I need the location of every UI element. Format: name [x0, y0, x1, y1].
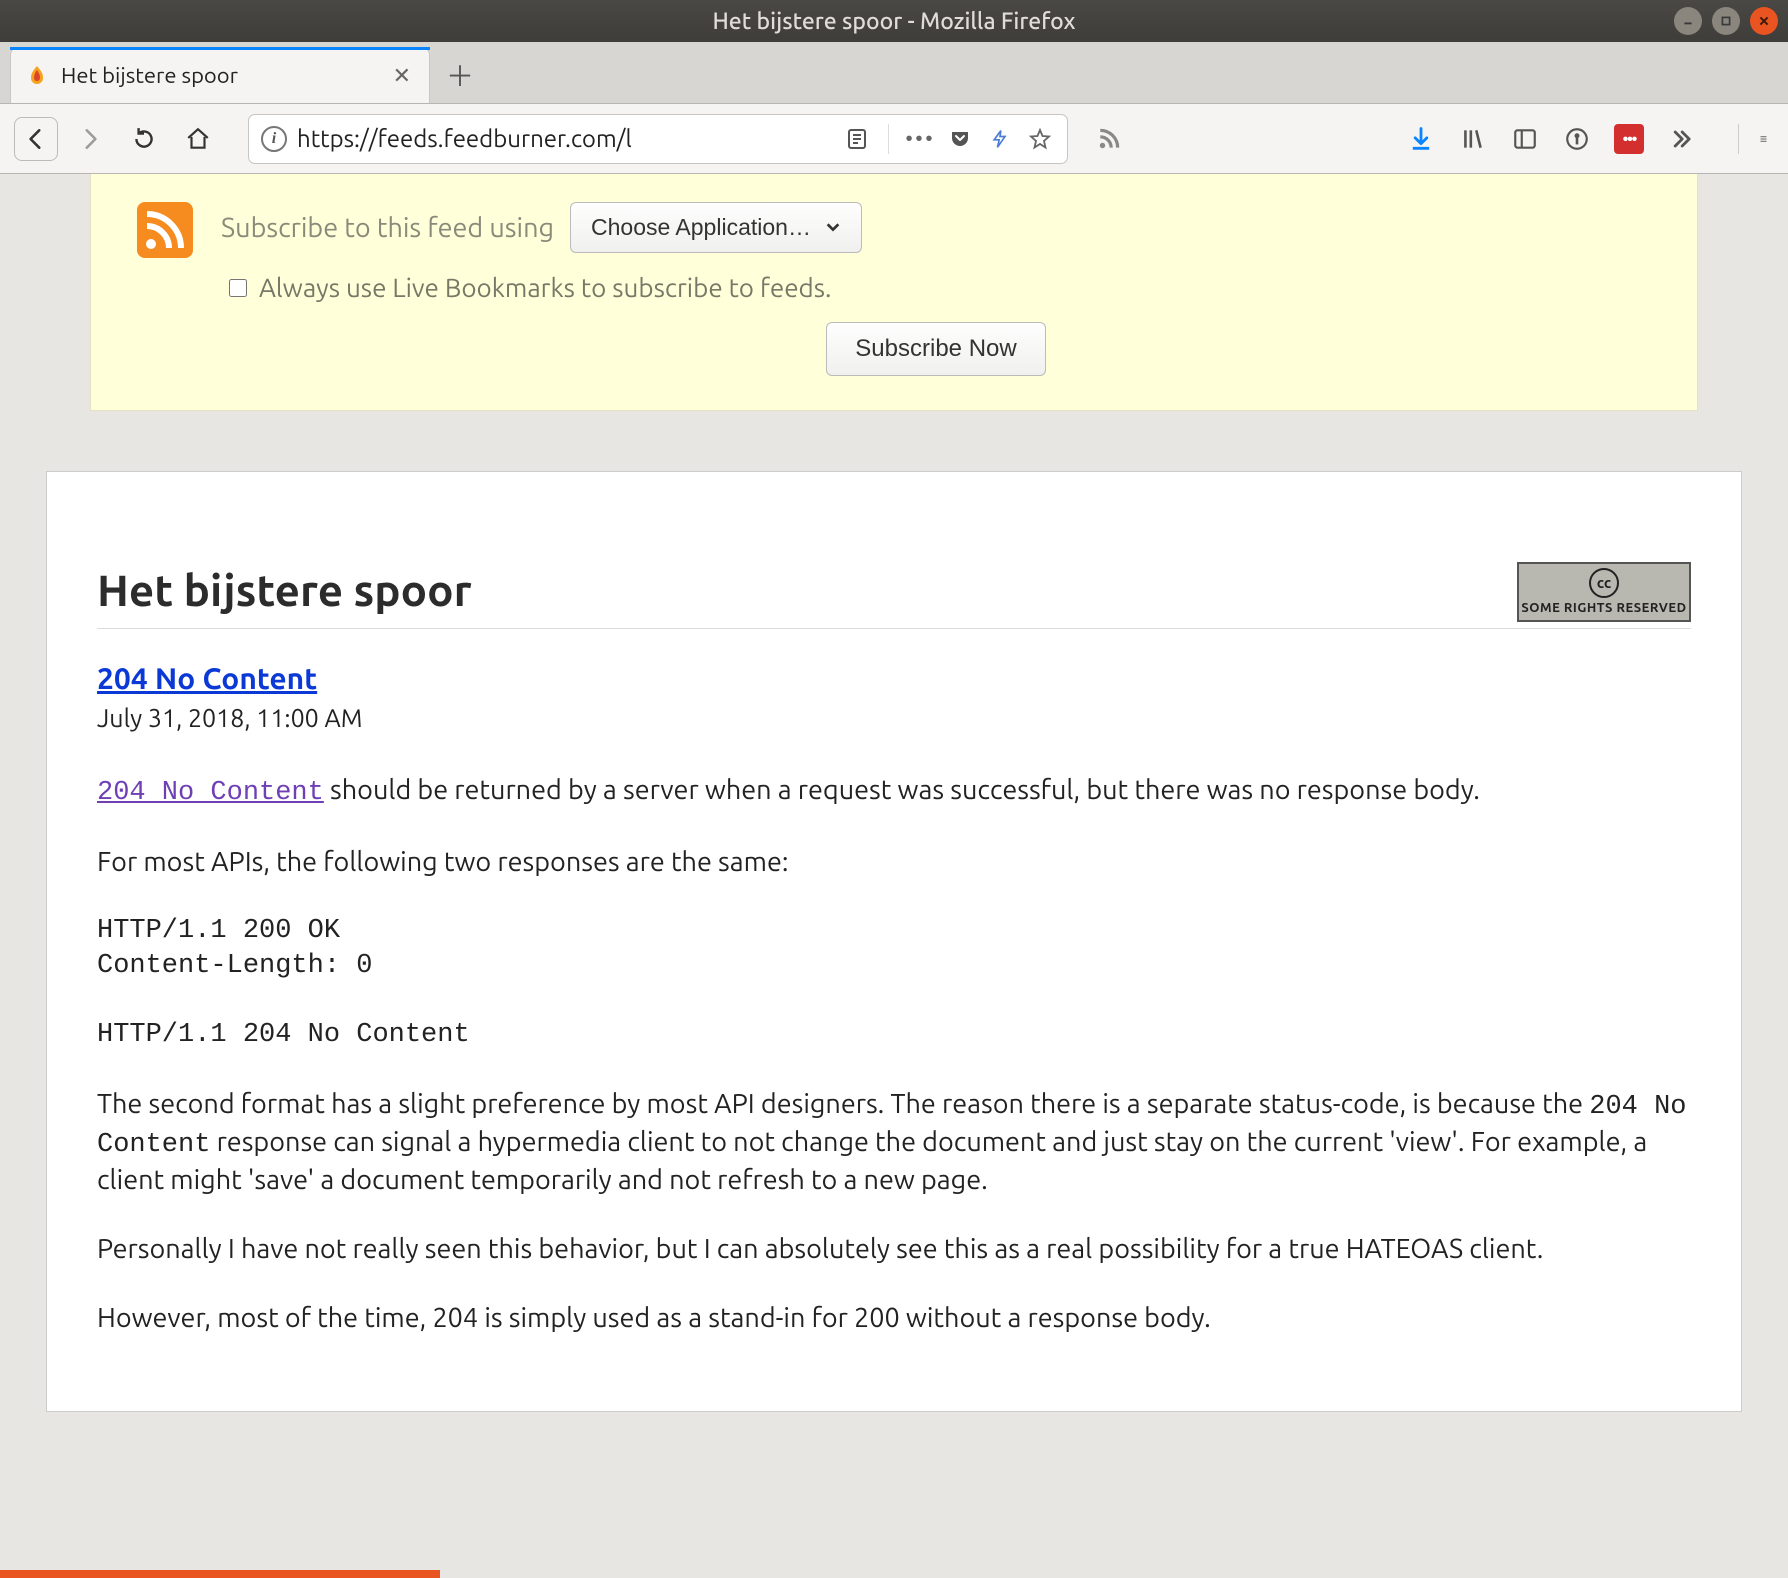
library-icon[interactable] — [1458, 124, 1488, 154]
subscribe-banner: Subscribe to this feed using Choose Appl… — [90, 174, 1698, 411]
downloads-icon[interactable] — [1406, 124, 1436, 154]
cc-icon: cc — [1589, 568, 1619, 598]
status-code-link[interactable]: 204 No Content — [97, 778, 324, 808]
page-content: Subscribe to this feed using Choose Appl… — [0, 174, 1788, 1578]
url-text: https://feeds.feedburner.com/l — [297, 125, 832, 152]
body-text: However, most of the time, 204 is simply… — [97, 1301, 1691, 1336]
urlbar-separator — [888, 124, 889, 154]
always-use-checkbox[interactable] — [229, 279, 247, 297]
feed-article: Het bijstere spoor cc SOME RIGHTS RESERV… — [46, 471, 1742, 1412]
code-line: HTTP/1.1 204 No Content — [97, 1018, 1691, 1053]
lightning-icon[interactable] — [985, 124, 1015, 154]
tab-strip: Het bijstere spoor ✕ ＋ — [0, 42, 1788, 104]
code-line: HTTP/1.1 200 OK — [97, 914, 1691, 949]
security-shield-icon[interactable] — [1562, 124, 1592, 154]
window-close-button[interactable] — [1750, 7, 1778, 35]
cc-license-badge[interactable]: cc SOME RIGHTS RESERVED — [1517, 562, 1691, 622]
window-minimize-button[interactable] — [1674, 7, 1702, 35]
cc-label: SOME RIGHTS RESERVED — [1521, 600, 1686, 617]
menu-button[interactable] — [1738, 124, 1768, 154]
body-text: should be returned by a server when a re… — [324, 775, 1480, 805]
post-body: 204 No Content should be returned by a s… — [97, 773, 1691, 1337]
reload-button[interactable] — [122, 117, 166, 161]
body-text: Personally I have not really seen this b… — [97, 1232, 1691, 1267]
overflow-icon[interactable] — [1666, 124, 1696, 154]
post-date: July 31, 2018, 11:00 AM — [97, 702, 1691, 735]
sidebar-icon[interactable] — [1510, 124, 1540, 154]
browser-toolbar: i https://feeds.feedburner.com/l ••• — [0, 104, 1788, 174]
window-titlebar: Het bijstere spoor - Mozilla Firefox — [0, 0, 1788, 42]
always-use-label: Always use Live Bookmarks to subscribe t… — [259, 273, 831, 302]
new-tab-button[interactable]: ＋ — [436, 51, 484, 99]
subscribe-label: Subscribe to this feed using — [221, 213, 554, 243]
body-text: The second format has a slight preferenc… — [97, 1087, 1691, 1198]
bookmark-star-icon[interactable] — [1025, 124, 1055, 154]
browser-tab[interactable]: Het bijstere spoor ✕ — [10, 47, 430, 103]
pocket-icon[interactable] — [945, 124, 975, 154]
site-info-icon[interactable]: i — [261, 126, 287, 152]
progress-indicator — [0, 1570, 440, 1578]
page-actions-icon[interactable]: ••• — [905, 124, 935, 154]
reader-mode-icon[interactable] — [842, 124, 872, 154]
tab-close-button[interactable]: ✕ — [389, 63, 415, 89]
post-title-link[interactable]: 204 No Content — [97, 661, 317, 695]
feed-title: Het bijstere spoor — [97, 562, 472, 619]
rss-icon[interactable] — [1094, 124, 1124, 154]
window-maximize-button[interactable] — [1712, 7, 1740, 35]
lastpass-icon[interactable]: ••• — [1614, 124, 1644, 154]
window-title: Het bijstere spoor - Mozilla Firefox — [713, 9, 1076, 34]
choose-application-button[interactable]: Choose Application… — [570, 202, 862, 253]
tab-title: Het bijstere spoor — [61, 63, 377, 88]
subscribe-now-button[interactable]: Subscribe Now — [826, 322, 1045, 376]
forward-button[interactable] — [68, 117, 112, 161]
feedburner-favicon-icon — [25, 64, 49, 88]
choose-application-label: Choose Application… — [591, 214, 811, 241]
back-button[interactable] — [14, 117, 58, 161]
feed-icon — [137, 202, 193, 258]
chevron-down-icon — [825, 214, 841, 241]
code-line: Content-Length: 0 — [97, 949, 1691, 984]
body-text: For most APIs, the following two respons… — [97, 845, 1691, 880]
home-button[interactable] — [176, 117, 220, 161]
address-bar[interactable]: i https://feeds.feedburner.com/l ••• — [248, 114, 1068, 164]
